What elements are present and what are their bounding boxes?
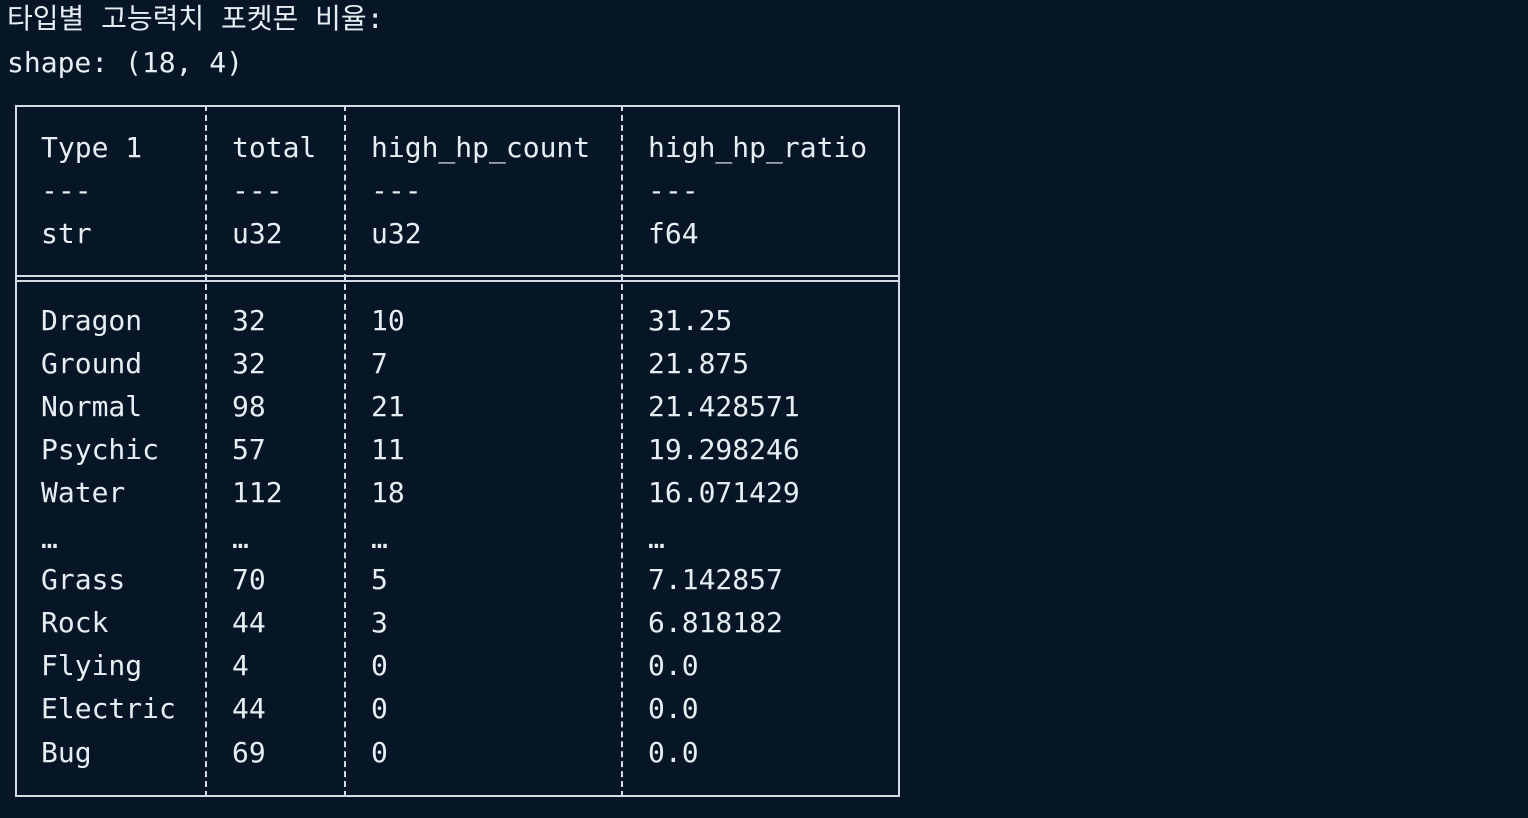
column-dtype: u32 bbox=[371, 217, 422, 250]
header-separator bbox=[15, 275, 900, 277]
table-cell-ellipsis: … bbox=[41, 522, 58, 555]
table-cell-high-hp-ratio: 21.428571 bbox=[648, 390, 800, 423]
header-separator bbox=[15, 280, 900, 282]
table-cell-type: Water bbox=[41, 476, 126, 509]
dataframe-shape: shape: (18, 4) bbox=[7, 46, 244, 79]
table-cell-total: 32 bbox=[232, 304, 266, 337]
table-cell-type: Normal bbox=[41, 390, 143, 423]
table-cell-high-hp-ratio: 21.875 bbox=[648, 347, 750, 380]
table-cell-ellipsis: … bbox=[371, 522, 388, 555]
table-cell-high-hp-ratio: 6.818182 bbox=[648, 606, 783, 639]
column-divider bbox=[621, 105, 623, 797]
table-cell-total: 32 bbox=[232, 347, 266, 380]
column-header-total: total bbox=[232, 131, 317, 164]
column-dtype: str bbox=[41, 217, 92, 250]
table-cell-total: 70 bbox=[232, 563, 266, 596]
table-cell-high-hp-count: 0 bbox=[371, 692, 388, 725]
column-header-separator: --- bbox=[648, 174, 699, 207]
column-header-separator: --- bbox=[41, 174, 92, 207]
table-cell-high-hp-count: 3 bbox=[371, 606, 388, 639]
table-cell-high-hp-count: 21 bbox=[371, 390, 405, 423]
table-cell-high-hp-count: 5 bbox=[371, 563, 388, 596]
column-divider bbox=[344, 105, 346, 797]
table-cell-ellipsis: … bbox=[232, 522, 249, 555]
table-cell-total: 98 bbox=[232, 390, 266, 423]
table-cell-high-hp-count: 10 bbox=[371, 304, 405, 337]
column-divider bbox=[205, 105, 207, 797]
table-cell-total: 44 bbox=[232, 606, 266, 639]
table-cell-total: 44 bbox=[232, 692, 266, 725]
table-cell-type: Grass bbox=[41, 563, 126, 596]
column-dtype: u32 bbox=[232, 217, 283, 250]
table-cell-total: 57 bbox=[232, 433, 266, 466]
column-header-high-hp-ratio: high_hp_ratio bbox=[648, 131, 868, 164]
table-cell-high-hp-ratio: 31.25 bbox=[648, 304, 733, 337]
column-header-separator: --- bbox=[371, 174, 422, 207]
table-cell-high-hp-ratio: 0.0 bbox=[648, 736, 699, 769]
table-cell-high-hp-count: 0 bbox=[371, 736, 388, 769]
table-cell-type: Electric bbox=[41, 692, 176, 725]
column-dtype: f64 bbox=[648, 217, 699, 250]
table-cell-type: Bug bbox=[41, 736, 92, 769]
table-cell-type: Rock bbox=[41, 606, 109, 639]
table-cell-type: Psychic bbox=[41, 433, 160, 466]
table-cell-type: Flying bbox=[41, 649, 143, 682]
table-cell-high-hp-ratio: 7.142857 bbox=[648, 563, 783, 596]
table-cell-high-hp-count: 7 bbox=[371, 347, 388, 380]
table-cell-high-hp-count: 11 bbox=[371, 433, 405, 466]
column-header-type-1: Type 1 bbox=[41, 131, 143, 164]
table-cell-high-hp-ratio: 19.298246 bbox=[648, 433, 800, 466]
table-cell-high-hp-count: 18 bbox=[371, 476, 405, 509]
table-cell-total: 112 bbox=[232, 476, 283, 509]
table-cell-high-hp-ratio: 0.0 bbox=[648, 692, 699, 725]
column-header-high-hp-count: high_hp_count bbox=[371, 131, 591, 164]
table-cell-total: 69 bbox=[232, 736, 266, 769]
table-cell-high-hp-ratio: 16.071429 bbox=[648, 476, 800, 509]
table-cell-high-hp-count: 0 bbox=[371, 649, 388, 682]
column-header-separator: --- bbox=[232, 174, 283, 207]
table-cell-type: Ground bbox=[41, 347, 143, 380]
output-title: 타입별 고능력치 포켓몬 비율: bbox=[7, 2, 384, 35]
table-cell-high-hp-ratio: 0.0 bbox=[648, 649, 699, 682]
table-cell-type: Dragon bbox=[41, 304, 143, 337]
table-cell-ellipsis: … bbox=[648, 522, 665, 555]
table-cell-total: 4 bbox=[232, 649, 249, 682]
